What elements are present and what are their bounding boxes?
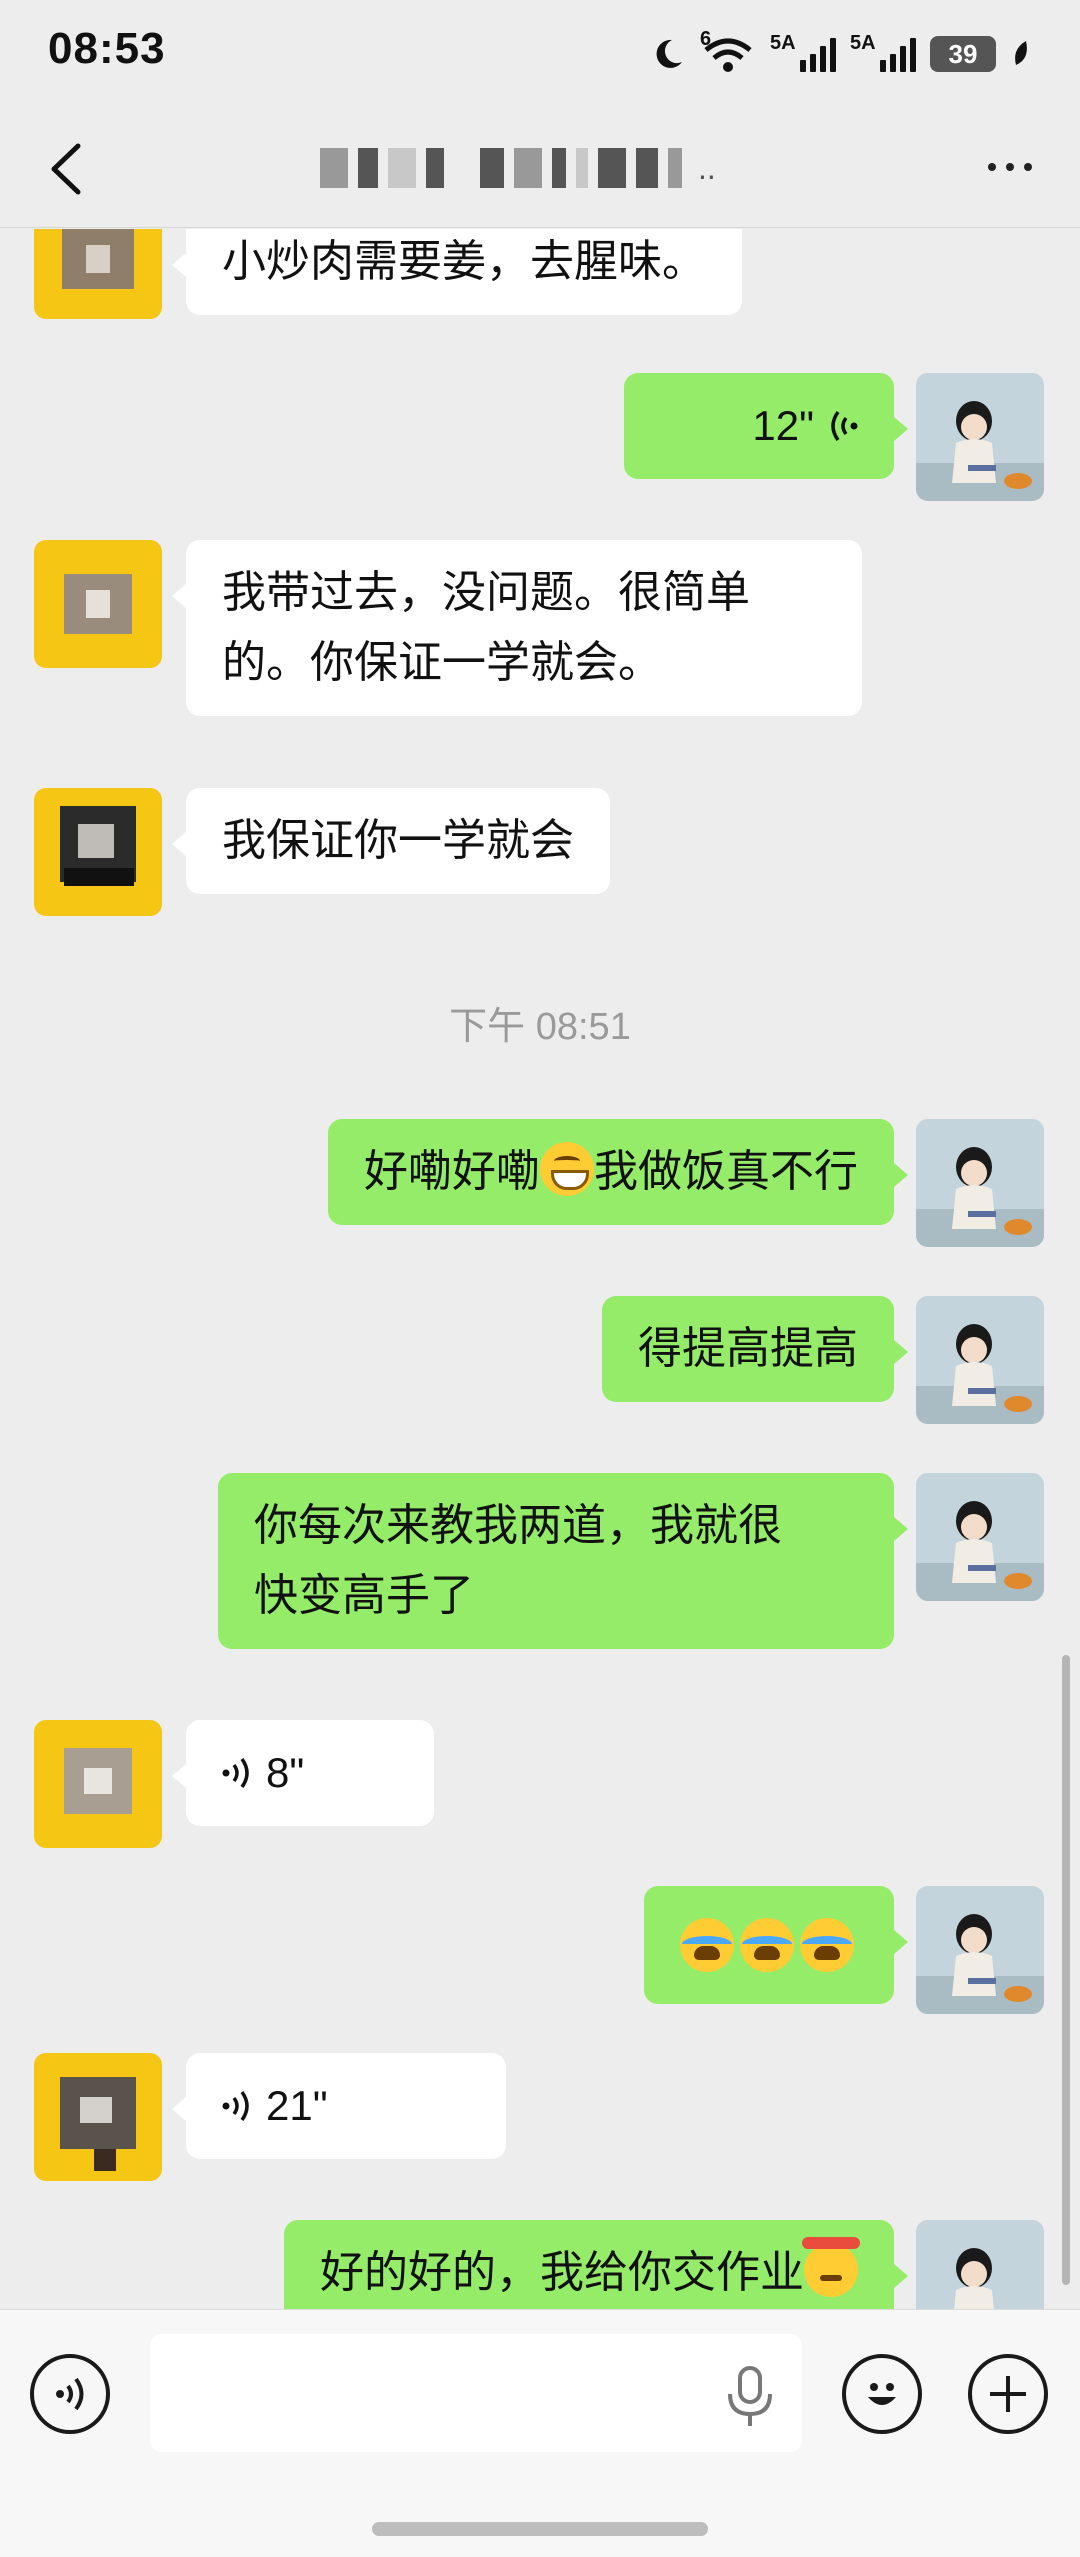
girl-reading-avatar-icon	[916, 1119, 1044, 1247]
voice-duration: 21"	[266, 2082, 328, 2129]
girl-reading-avatar-icon	[916, 1886, 1044, 2014]
voice-message-bubble[interactable]: 12"	[624, 373, 908, 479]
contact-avatar[interactable]	[34, 2053, 162, 2181]
wifi-icon: 6	[700, 28, 756, 74]
crying-laughing-face-icon	[680, 1918, 734, 1972]
message-bubble[interactable]: 得提高提高	[602, 1296, 908, 1402]
signal2-label: 5A	[850, 32, 876, 54]
message-row: 21"	[0, 2053, 1080, 2183]
message-row: 8"	[0, 1720, 1080, 1850]
message-bubble[interactable]: 你每次来教我两道，我就很 快变高手了	[218, 1473, 908, 1649]
ellipsis-icon	[988, 163, 996, 171]
voice-duration: 12"	[752, 402, 814, 449]
voice-toggle-button[interactable]	[30, 2354, 110, 2434]
contact-avatar[interactable]	[34, 229, 162, 319]
signal-icon-2: 5A	[850, 32, 916, 72]
voice-wave-icon	[222, 1757, 249, 1789]
message-bubble[interactable]: 我保证你一学就会	[172, 788, 610, 894]
message-text-line2: 快变高手了	[254, 1570, 474, 1621]
grinning-face-icon	[540, 1142, 594, 1196]
voice-wave-icon	[222, 2090, 249, 2122]
message-bubble[interactable]: 好嘞好嘞 我做饭真不行	[328, 1119, 908, 1225]
message-row: 12"	[0, 373, 1080, 501]
chat-header: ..	[0, 110, 1080, 228]
message-bubble[interactable]: 好的好的，我给你交作业	[284, 2220, 908, 2309]
moon-icon	[656, 39, 682, 68]
plus-icon	[990, 2376, 1026, 2412]
voice-message-bubble[interactable]: 8"	[172, 1720, 434, 1826]
message-row: 我带过去，没问题。很简单 的。你保证一学就会。	[0, 540, 1080, 740]
message-bubble[interactable]: 我带过去，没问题。很简单 的。你保证一学就会。	[172, 540, 862, 716]
signal1-label: 5A	[770, 32, 796, 54]
my-avatar[interactable]	[916, 2220, 1044, 2309]
girl-reading-avatar-icon	[916, 2220, 1044, 2309]
message-text: 我保证你一学就会	[222, 815, 574, 866]
message-text-line1: 你每次来教我两道，我就很	[254, 1500, 782, 1551]
timestamp-separator: 下午 08:51	[449, 1006, 631, 1048]
smiley-icon	[868, 2383, 896, 2405]
emoji-button[interactable]	[842, 2354, 922, 2434]
plus-button[interactable]	[968, 2354, 1048, 2434]
crying-laughing-face-icon	[740, 1918, 794, 1972]
message-text-before: 好嘞好嘞	[364, 1146, 540, 1197]
emoji-message-bubble[interactable]	[644, 1886, 908, 2004]
message-text: 得提高提高	[638, 1323, 858, 1374]
chat-title-redacted: ..	[320, 142, 716, 194]
voice-message-bubble[interactable]: 21"	[172, 2053, 506, 2159]
status-bar: 08:53 6 5A 5A 39	[0, 0, 1080, 110]
voice-duration: 8"	[266, 1749, 305, 1796]
my-avatar[interactable]	[916, 1296, 1044, 1424]
chat-scrollbar[interactable]	[1062, 1655, 1070, 2285]
message-row: 好嘞好嘞 我做饭真不行	[0, 1119, 1080, 1249]
back-button[interactable]	[38, 134, 98, 204]
battery-indicator: 39	[930, 36, 996, 72]
more-options-button[interactable]	[980, 152, 1040, 182]
title-dots: ..	[698, 149, 716, 186]
input-bar	[0, 2309, 1080, 2557]
girl-reading-avatar-icon	[916, 373, 1044, 501]
home-indicator[interactable]	[372, 2522, 708, 2536]
message-text-line2: 的。你保证一学就会。	[222, 637, 662, 688]
message-row: 我保证你一学就会	[0, 788, 1080, 918]
message-text-line1: 我带过去，没问题。很简单	[222, 567, 750, 618]
chat-messages[interactable]: 小炒肉需要姜，去腥味。 12" 我带过去，没问题。很简单 的。你保证一学就会。 …	[0, 229, 1080, 2309]
my-avatar[interactable]	[916, 373, 1044, 501]
status-icons: 6 5A 5A 39	[650, 28, 1030, 78]
my-avatar[interactable]	[916, 1473, 1044, 1601]
voice-wave-icon	[831, 410, 858, 442]
message-text-after: 我做饭真不行	[594, 1146, 858, 1197]
crying-laughing-face-icon	[800, 1918, 854, 1972]
thinking-face-icon	[802, 2237, 860, 2297]
message-input[interactable]	[150, 2334, 802, 2452]
my-avatar[interactable]	[916, 1886, 1044, 2014]
signal-icon-1: 5A	[770, 32, 836, 72]
girl-reading-avatar-icon	[916, 1473, 1044, 1601]
contact-avatar[interactable]	[34, 788, 162, 916]
message-row: 得提高提高	[0, 1296, 1080, 1426]
contact-avatar[interactable]	[34, 1720, 162, 1848]
chevron-left-icon	[51, 143, 81, 195]
message-row: 小炒肉需要姜，去腥味。	[0, 229, 1080, 319]
microphone-icon[interactable]	[722, 2364, 778, 2428]
status-time: 08:53	[48, 24, 166, 73]
message-text: 好的好的，我给你交作业	[320, 2247, 804, 2298]
contact-avatar[interactable]	[34, 540, 162, 668]
message-row: 你每次来教我两道，我就很 快变高手了	[0, 1473, 1080, 1673]
voice-icon	[56, 2377, 84, 2411]
wifi-label: 6	[700, 28, 712, 50]
girl-reading-avatar-icon	[916, 1296, 1044, 1424]
message-row: 好的好的，我给你交作业	[0, 2220, 1080, 2309]
message-text: 小炒肉需要姜，去腥味。	[222, 236, 706, 287]
message-bubble[interactable]: 小炒肉需要姜，去腥味。	[172, 229, 742, 315]
leaf-icon	[1015, 41, 1027, 65]
message-row	[0, 1886, 1080, 2016]
my-avatar[interactable]	[916, 1119, 1044, 1247]
